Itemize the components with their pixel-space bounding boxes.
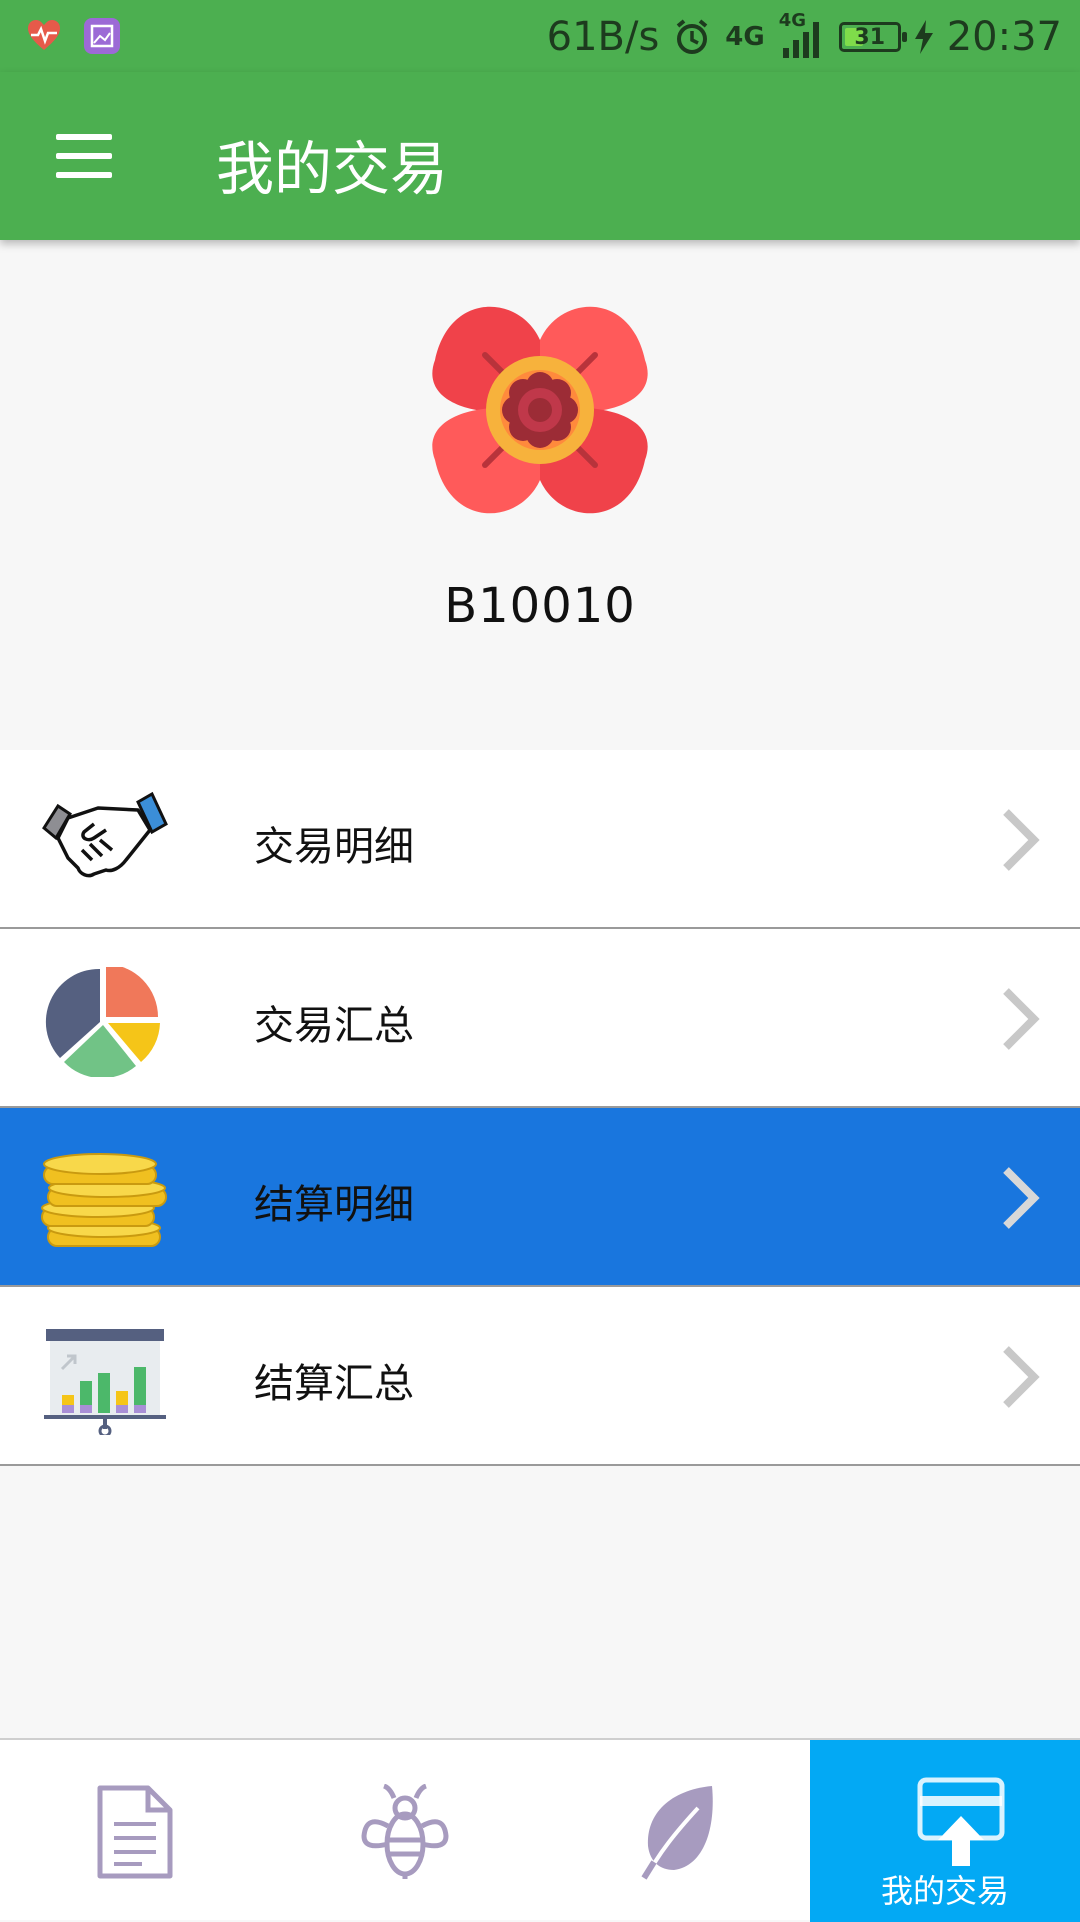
tab-bee[interactable] [270,1740,540,1922]
menu-item-label: 结算汇总 [254,1361,414,1407]
charging-icon [914,20,933,54]
clock: 20:37 [946,14,1062,60]
presentation-chart-icon [44,1329,166,1435]
network-speed: 61B/s [546,14,660,60]
signal-icon: 4G [779,10,825,60]
username: B10010 [444,578,636,634]
alarm-icon [677,19,708,54]
status-bar: 61B/s 4G 4G 31 20:37 [0,0,1080,72]
tab-documents[interactable] [0,1740,270,1922]
app-bar: 我的交易 [0,72,1080,240]
chevron-right-icon [1003,809,1040,871]
hamburger-menu-button[interactable] [56,134,112,178]
menu-item-label: 结算明细 [254,1182,414,1228]
gallery-app-icon [84,18,120,54]
menu-item-label: 交易明细 [254,824,414,870]
profile-header: B10010 [0,240,1080,750]
pie-chart-icon [45,967,160,1077]
coins-icon [41,1153,167,1247]
tab-label: 我的交易 [880,1872,1009,1910]
flower-avatar-icon[interactable] [410,280,670,540]
document-icon [97,1785,173,1879]
health-app-icon [26,18,62,54]
leaf-icon [641,1786,713,1880]
network-type-label: 4G [725,22,765,52]
menu-item-transaction-summary[interactable]: 交易汇总 [0,929,1080,1108]
chevron-right-icon [1003,1346,1040,1408]
chevron-right-icon [1003,1167,1040,1229]
page-title: 我的交易 [216,135,449,203]
tab-my-transactions[interactable]: 我的交易 [810,1740,1080,1922]
menu-item-transaction-details[interactable]: 交易明细 [0,750,1080,929]
menu-item-settlement-summary[interactable]: 结算汇总 [0,1287,1080,1466]
bottom-navigation: 我的交易 [0,1738,1080,1922]
menu-item-settlement-details[interactable]: 结算明细 [0,1108,1080,1287]
tab-leaf[interactable] [540,1740,810,1922]
handshake-icon [42,791,168,878]
menu-item-label: 交易汇总 [254,1003,414,1049]
transaction-menu: 交易明细 交易汇总 结算明细 结算汇总 [0,750,1080,1466]
battery-icon: 31 [838,22,907,52]
card-upload-icon [917,1777,1005,1866]
chevron-right-icon [1003,988,1040,1050]
bee-icon [361,1784,449,1879]
battery-level: 31 [854,24,886,50]
